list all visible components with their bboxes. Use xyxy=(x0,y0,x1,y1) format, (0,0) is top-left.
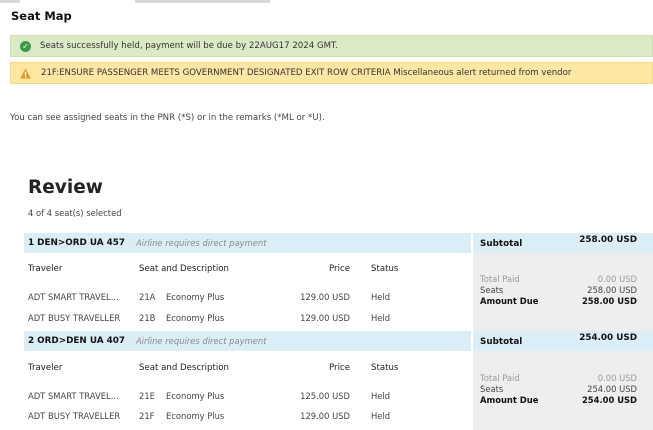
success-alert: ✓ Seats successfully held, payment will … xyxy=(10,35,653,57)
tab-indicator[interactable] xyxy=(135,0,270,3)
seat-number: 21F xyxy=(139,411,155,421)
seat-row[interactable]: ADT SMART TRAVEL... 21E Economy Plus 125… xyxy=(24,391,471,403)
check-icon: ✓ xyxy=(20,40,31,52)
seat-price: 129.00 USD xyxy=(300,292,350,302)
seat-status: Held xyxy=(371,292,391,302)
amount-due-value: 254.00 USD xyxy=(581,395,637,405)
total-paid-value: 0.00 USD xyxy=(597,373,637,383)
seat-price: 129.00 USD xyxy=(300,411,350,421)
seat-row[interactable]: ADT BUSY TRAVELLER 21F Economy Plus 129.… xyxy=(24,411,471,423)
segment-header: 1 DEN>ORD UA 457 Airline requires direct… xyxy=(24,233,471,253)
traveler-name: ADT BUSY TRAVELLER xyxy=(28,411,121,421)
success-alert-text: Seats successfully held, payment will be… xyxy=(40,41,338,51)
total-paid-label: Total Paid xyxy=(480,274,520,284)
seat-row[interactable]: ADT BUSY TRAVELLER 21B Economy Plus 129.… xyxy=(24,313,471,325)
col-seat: Seat and Description xyxy=(139,363,229,373)
subtotal-amount: 254.00 USD xyxy=(579,333,637,343)
segment-route: 2 ORD>DEN UA 407 xyxy=(28,336,125,346)
traveler-name: ADT BUSY TRAVELLER xyxy=(28,313,121,323)
pnr-info-text: You can see assigned seats in the PNR (*… xyxy=(10,113,325,123)
col-traveler: Traveler xyxy=(28,363,63,373)
page-title: Seat Map xyxy=(11,9,72,23)
subtotal-label: Subtotal xyxy=(480,337,523,347)
subtotal-label: Subtotal xyxy=(480,239,523,249)
review-heading: Review xyxy=(28,177,103,198)
segment-route: 1 DEN>ORD UA 457 xyxy=(28,238,125,248)
seats-value: 258.00 USD xyxy=(587,285,637,295)
payment-note: Airline requires direct payment xyxy=(135,336,267,346)
traveler-name: ADT SMART TRAVEL... xyxy=(28,391,119,401)
seat-status: Held xyxy=(371,391,391,401)
column-headers: Traveler Seat and Description Price Stat… xyxy=(24,264,471,278)
subtotal-header: Subtotal 254.00 USD xyxy=(473,331,653,351)
warning-alert-text: 21F:ENSURE PASSENGER MEETS GOVERNMENT DE… xyxy=(41,68,572,78)
total-paid-value: 0.00 USD xyxy=(597,274,637,284)
warning-alert: 21F:ENSURE PASSENGER MEETS GOVERNMENT DE… xyxy=(10,62,653,84)
seat-description: Economy Plus xyxy=(166,292,225,302)
warning-icon xyxy=(20,67,31,79)
column-headers: Traveler Seat and Description Price Stat… xyxy=(24,363,471,377)
seat-description: Economy Plus xyxy=(166,313,225,323)
col-price: Price xyxy=(329,264,350,274)
seat-description: Economy Plus xyxy=(166,391,225,401)
subtotal-header: Subtotal 258.00 USD xyxy=(473,233,653,253)
subtotal-amount: 258.00 USD xyxy=(579,235,637,245)
col-status: Status xyxy=(371,363,399,373)
col-seat: Seat and Description xyxy=(139,264,229,274)
segment-header: 2 ORD>DEN UA 407 Airline requires direct… xyxy=(24,331,471,351)
amount-due-label: Amount Due xyxy=(480,395,539,405)
seat-number: 21B xyxy=(139,313,156,323)
seat-status: Held xyxy=(371,411,391,421)
tab-indicator[interactable] xyxy=(0,0,20,3)
seat-description: Economy Plus xyxy=(166,411,225,421)
col-price: Price xyxy=(329,363,350,373)
totals-panel: Total Paid 0.00 USD Seats 258.00 USD Amo… xyxy=(473,253,653,331)
top-tab-strip xyxy=(0,0,653,3)
totals-panel: Total Paid 0.00 USD Seats 254.00 USD Amo… xyxy=(473,351,653,430)
seat-status: Held xyxy=(371,313,391,323)
amount-due-value: 258.00 USD xyxy=(581,296,637,306)
seat-number: 21A xyxy=(139,292,156,302)
col-status: Status xyxy=(371,264,399,274)
seat-price: 125.00 USD xyxy=(300,391,350,401)
seats-label: Seats xyxy=(480,384,504,394)
payment-note: Airline requires direct payment xyxy=(135,238,267,248)
seat-number: 21E xyxy=(139,391,155,401)
amount-due-label: Amount Due xyxy=(480,296,539,306)
seats-label: Seats xyxy=(480,285,504,295)
col-traveler: Traveler xyxy=(28,264,63,274)
total-paid-label: Total Paid xyxy=(480,373,520,383)
seats-value: 254.00 USD xyxy=(587,384,637,394)
seat-row[interactable]: ADT SMART TRAVEL... 21A Economy Plus 129… xyxy=(24,292,471,304)
seat-price: 129.00 USD xyxy=(300,313,350,323)
traveler-name: ADT SMART TRAVEL... xyxy=(28,292,119,302)
seat-count: 4 of 4 seat(s) selected xyxy=(28,208,122,218)
